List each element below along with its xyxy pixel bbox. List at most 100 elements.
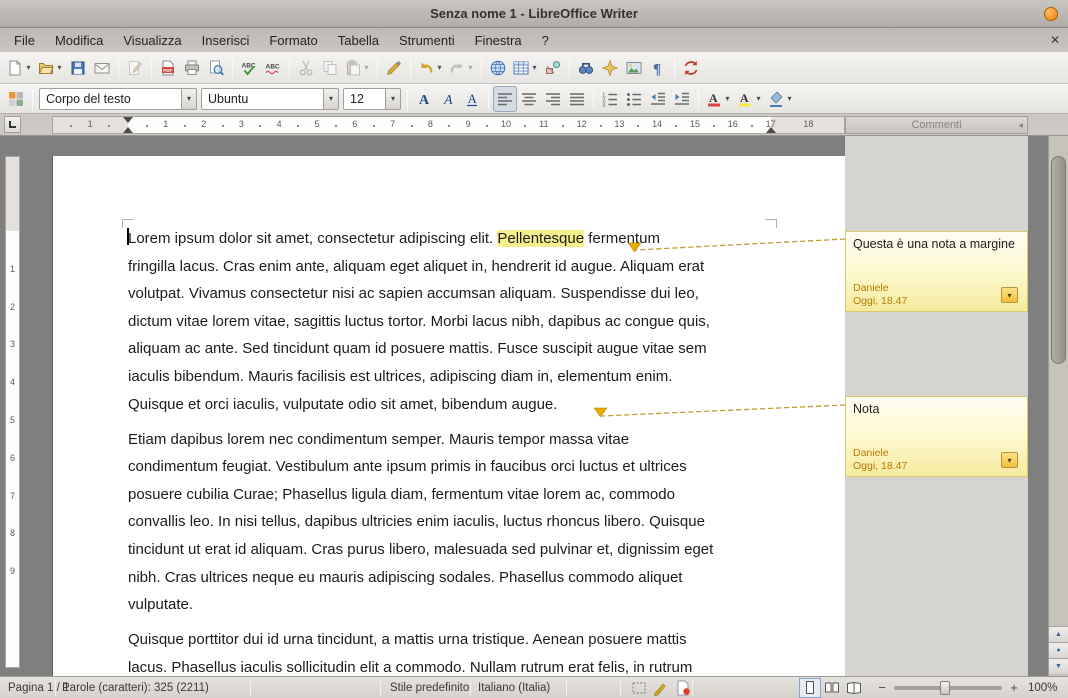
- comment-menu-button[interactable]: ▾: [1001, 452, 1018, 468]
- first-line-indent-marker[interactable]: [123, 117, 133, 123]
- align-right-button[interactable]: [541, 86, 565, 112]
- bullet-list-button[interactable]: [622, 86, 646, 112]
- clone-formatting-button[interactable]: [382, 55, 406, 81]
- cut-button[interactable]: [294, 55, 318, 81]
- comment-text[interactable]: Nota: [846, 397, 1027, 416]
- font-size-dropdown-icon[interactable]: ▾: [385, 88, 401, 110]
- export-pdf-button[interactable]: PDF: [156, 55, 180, 81]
- hyperlink-button[interactable]: [486, 55, 510, 81]
- next-page-button[interactable]: ▼: [1049, 658, 1068, 674]
- vertical-scrollbar[interactable]: ▲ ● ▼: [1048, 136, 1068, 676]
- align-left-button[interactable]: [493, 86, 517, 112]
- text-line[interactable]: iaculis bibendum. Mauris facilisis est u…: [128, 363, 788, 391]
- menu-item-visualizza[interactable]: Visualizza: [113, 28, 191, 52]
- bold-button[interactable]: A: [412, 86, 436, 112]
- horizontal-ruler[interactable]: 1123456789101112131415161718: [52, 116, 845, 134]
- draw-functions-button[interactable]: [541, 55, 565, 81]
- close-document-icon[interactable]: ✕: [1050, 28, 1060, 52]
- text-line[interactable]: condimentum feugiat. Vestibulum ante ips…: [128, 453, 788, 481]
- decrease-indent-button[interactable]: [646, 86, 670, 112]
- menu-item-finestra[interactable]: Finestra: [465, 28, 532, 52]
- comments-collapse-icon[interactable]: ◂: [1018, 120, 1023, 131]
- redo-button[interactable]: ▾: [446, 55, 477, 81]
- page-style-status[interactable]: Stile predefinito: [390, 677, 469, 698]
- text-line[interactable]: aliquam ac ante. Sed tincidunt quam id p…: [128, 335, 788, 363]
- italic-button[interactable]: A: [436, 86, 460, 112]
- text-line[interactable]: Etiam dapibus lorem nec condimentum semp…: [128, 426, 788, 454]
- redo-dropdown-icon[interactable]: ▾: [466, 63, 475, 72]
- paragraph-style-combo[interactable]: Corpo del testo ▾: [39, 88, 197, 110]
- styles-panel-button[interactable]: [4, 86, 28, 112]
- track-changes-icon[interactable]: [652, 679, 670, 697]
- undo-dropdown-icon[interactable]: ▾: [435, 63, 444, 72]
- numbered-list-button[interactable]: 1.2.3.: [598, 86, 622, 112]
- comment-menu-button[interactable]: ▾: [1001, 287, 1018, 303]
- paragraph-style-dropdown-icon[interactable]: ▾: [181, 88, 197, 110]
- menu-item-file[interactable]: File: [4, 28, 45, 52]
- document-modified-icon[interactable]: [674, 679, 692, 697]
- highlight-color-dropdown-icon[interactable]: ▾: [754, 94, 763, 103]
- new-document-dropdown-icon[interactable]: ▾: [24, 63, 33, 72]
- underline-button[interactable]: A: [460, 86, 484, 112]
- text-line[interactable]: lacus. Phasellus iaculis sollicitudin el…: [128, 654, 788, 676]
- new-document-button[interactable]: ▾: [4, 55, 35, 81]
- word-count-status[interactable]: Parole (caratteri): 325 (2211): [62, 677, 209, 698]
- text-line[interactable]: Quisque et orci iaculis, vulputate odio …: [128, 391, 788, 419]
- text-line[interactable]: Quisque porttitor dui id urna tincidunt,…: [128, 626, 788, 654]
- align-justify-button[interactable]: [565, 86, 589, 112]
- comment-note[interactable]: Questa è una nota a margineDanieleOggi, …: [845, 231, 1028, 312]
- text-line[interactable]: tincidunt ut erat id aliquam. Cras purus…: [128, 536, 788, 564]
- background-color-button[interactable]: ▾: [765, 86, 796, 112]
- zoom-in-button[interactable]: +: [1008, 680, 1020, 695]
- font-color-button[interactable]: A▾: [703, 86, 734, 112]
- print-preview-button[interactable]: [204, 55, 228, 81]
- undo-button[interactable]: ▾: [415, 55, 446, 81]
- text-line[interactable]: posuere cubilia Curae; Phasellus ligula …: [128, 481, 788, 509]
- font-size-combo[interactable]: 12 ▾: [343, 88, 401, 110]
- text-line[interactable]: Lorem ipsum dolor sit amet, consectetur …: [128, 225, 788, 253]
- scrollbar-thumb[interactable]: [1051, 156, 1066, 364]
- paste-dropdown-icon[interactable]: ▾: [362, 63, 371, 72]
- table-dropdown-icon[interactable]: ▾: [530, 63, 539, 72]
- comment-text[interactable]: Questa è una nota a margine: [846, 232, 1027, 251]
- previous-page-button[interactable]: ▲: [1049, 626, 1068, 642]
- menu-item-tabella[interactable]: Tabella: [328, 28, 389, 52]
- titlebar[interactable]: Senza nome 1 - LibreOffice Writer: [0, 0, 1068, 28]
- edit-file-button[interactable]: [123, 55, 147, 81]
- highlight-color-button[interactable]: A▾: [734, 86, 765, 112]
- gallery-button[interactable]: [622, 55, 646, 81]
- table-button[interactable]: ▾: [510, 55, 541, 81]
- menu-item-strumenti[interactable]: Strumenti: [389, 28, 465, 52]
- menu-item-inserisci[interactable]: Inserisci: [192, 28, 260, 52]
- font-color-dropdown-icon[interactable]: ▾: [723, 94, 732, 103]
- comments-header-button[interactable]: Commenti ◂: [845, 116, 1028, 134]
- spelling-button[interactable]: ABC: [237, 55, 261, 81]
- email-button[interactable]: [90, 55, 114, 81]
- page-number-status[interactable]: Pagina 1 / 1: [8, 677, 69, 698]
- paste-button[interactable]: ▾: [342, 55, 373, 81]
- print-button[interactable]: [180, 55, 204, 81]
- document-page[interactable]: Lorem ipsum dolor sit amet, consectetur …: [52, 156, 845, 676]
- navigate-by-button[interactable]: ●: [1049, 642, 1068, 658]
- tab-stop-selector[interactable]: [4, 116, 21, 133]
- view-single-page-button[interactable]: [800, 679, 820, 697]
- language-status[interactable]: Italiano (Italia): [478, 677, 550, 698]
- reload-button[interactable]: [679, 55, 703, 81]
- comment-note[interactable]: NotaDanieleOggi, 18.47▾: [845, 396, 1028, 477]
- open-button[interactable]: ▾: [35, 55, 66, 81]
- left-indent-marker[interactable]: [123, 127, 133, 133]
- vertical-ruler[interactable]: 123456789: [5, 156, 20, 668]
- view-book-button[interactable]: [844, 679, 864, 697]
- text-line[interactable]: convallis leo. In nisi tellus, dapibus u…: [128, 508, 788, 536]
- text-line[interactable]: dictum vitae lorem vitae, sagittis luctu…: [128, 308, 788, 336]
- align-center-button[interactable]: [517, 86, 541, 112]
- background-color-dropdown-icon[interactable]: ▾: [785, 94, 794, 103]
- notification-indicator-icon[interactable]: [1044, 7, 1058, 21]
- formatting-marks-button[interactable]: ¶: [646, 55, 670, 81]
- navigator-button[interactable]: [598, 55, 622, 81]
- text-line[interactable]: vulputate.: [128, 591, 788, 619]
- text-line[interactable]: nibh. Cras ultrices neque eu mauris adip…: [128, 564, 788, 592]
- zoom-slider-thumb[interactable]: [940, 681, 950, 695]
- zoom-level[interactable]: 100%: [1028, 677, 1057, 698]
- menu-item-formato[interactable]: Formato: [259, 28, 327, 52]
